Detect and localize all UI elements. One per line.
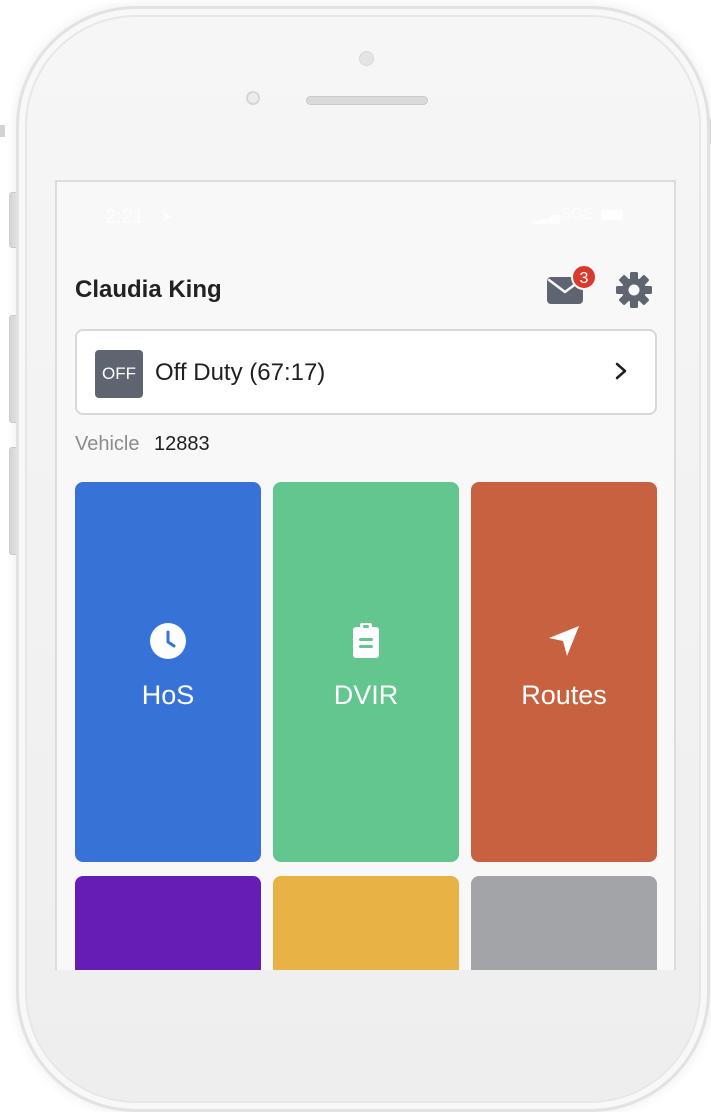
driver-name: Claudia King [75,276,222,303]
earpiece-speaker [306,96,428,105]
unread-badge: 3 [571,264,597,290]
messages-button[interactable]: 3 [543,264,597,308]
duty-status-label: Off Duty (67:17) [155,359,326,386]
vehicle-label: Vehicle [75,433,140,455]
device-left-mark [0,125,5,137]
routes-tile[interactable]: Routes [471,482,657,862]
battery-icon [601,210,623,220]
vehicle-row: Vehicle 12883 [75,433,210,456]
gray-tile[interactable] [471,876,657,970]
app-screen: 2:21 ➤ ▂▃▅ 5GE Claudia King 3 OFF Off Du… [55,180,676,970]
routes-tile-label: Routes [521,680,607,710]
status-bar: 2:21 ➤ ▂▃▅ 5GE [57,182,674,252]
yellow-tile[interactable] [273,876,459,970]
settings-button[interactable] [614,270,654,310]
chevron-right-icon [615,362,627,380]
status-network: 5GE [562,206,595,223]
duty-status-code: OFF [95,350,143,398]
gear-icon [616,272,652,308]
signal-bars-icon: ▂▃▅ [532,210,560,224]
dvir-tile-label: DVIR [333,680,399,710]
front-camera [359,51,374,66]
clock-icon [150,623,186,659]
dvir-tile[interactable]: DVIR [273,482,459,862]
navigation-arrow-icon [549,626,579,656]
proximity-sensor [246,91,260,105]
hos-tile[interactable]: HoS [75,482,261,862]
hos-tile-label: HoS [141,680,195,710]
status-time: 2:21 [105,206,144,228]
location-arrow-icon: ➤ [161,208,173,224]
purple-tile[interactable] [75,876,261,970]
duty-status-card[interactable]: OFF Off Duty (67:17) [75,329,657,415]
clipboard-icon [353,623,379,658]
vehicle-number: 12883 [153,433,210,455]
